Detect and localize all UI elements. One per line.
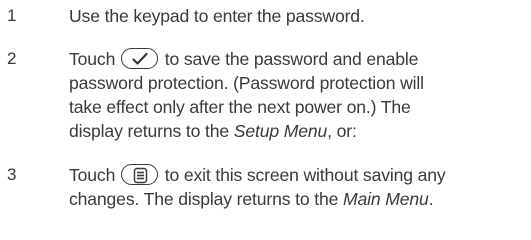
step-text: Use the keypad to enter the password. bbox=[69, 4, 531, 28]
text-fragment: display returns to the bbox=[69, 121, 230, 141]
text-fragment: changes. The display returns to the bbox=[69, 189, 339, 209]
setup-menu-reference: Setup Menu bbox=[233, 121, 328, 141]
step-text-line: changes. The display returns to the Main… bbox=[69, 187, 531, 211]
step-text-line: Touch to save the password and enable bbox=[69, 47, 531, 71]
step-text: Touch to exit this screen without saving… bbox=[69, 163, 531, 211]
text-fragment: , or: bbox=[327, 121, 357, 141]
checkmark-button-icon bbox=[120, 47, 158, 69]
step-text-line: display returns to the Setup Menu, or: bbox=[69, 119, 531, 143]
text-fragment: Touch bbox=[69, 165, 116, 185]
step-number: 3 bbox=[7, 165, 17, 184]
step-text-line: password protection. (Password protectio… bbox=[69, 73, 424, 93]
step-number: 1 bbox=[7, 6, 17, 25]
step-text-line: Touch to exit this screen without saving… bbox=[69, 163, 531, 187]
text-fragment: to exit this screen without saving any bbox=[164, 165, 446, 185]
step-text-line: Use the keypad to enter the password. bbox=[69, 6, 365, 26]
main-menu-reference: Main Menu bbox=[343, 189, 429, 209]
step-number: 2 bbox=[7, 49, 17, 68]
step-text: Touch to save the password and enable pa… bbox=[69, 47, 531, 143]
menu-button-icon bbox=[120, 163, 158, 185]
text-fragment: . bbox=[428, 189, 434, 209]
text-fragment: Touch bbox=[69, 49, 116, 69]
step-text-line: take effect only after the next power on… bbox=[69, 97, 411, 117]
text-fragment: to save the password and enable bbox=[164, 49, 419, 69]
